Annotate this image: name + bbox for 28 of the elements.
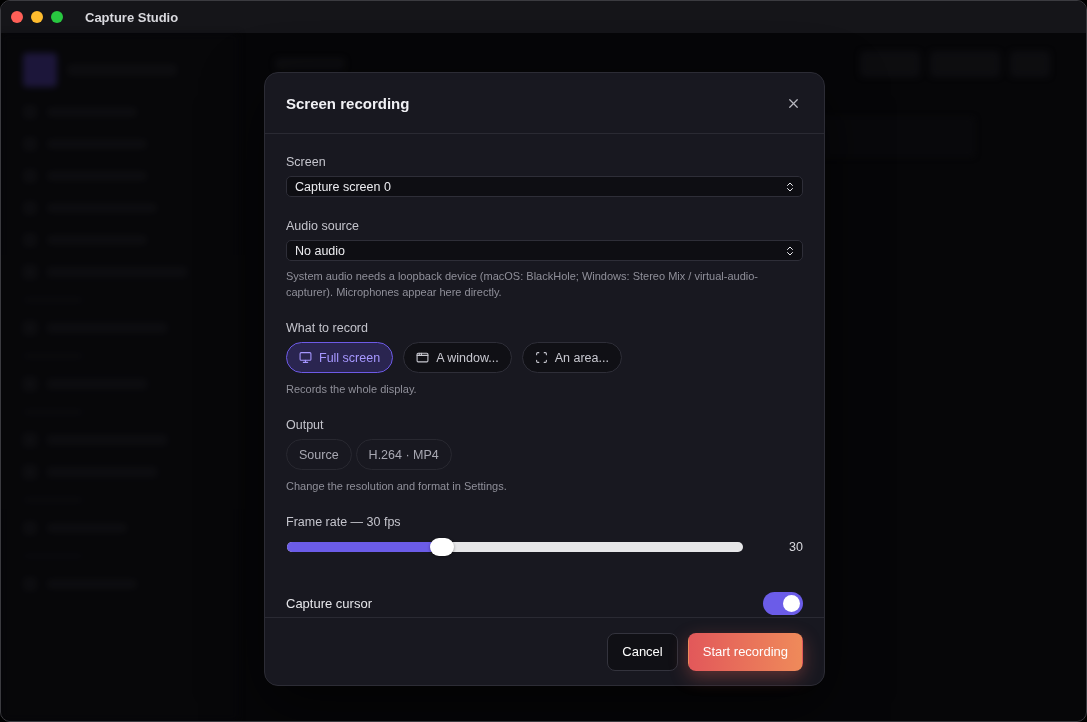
hint-text: Records the whole display. [286,382,418,397]
window-icon [416,351,430,364]
toggle-label: Capture cursor [286,596,372,611]
field-label: Output [286,418,325,432]
frame-rate-value: 30 [789,540,803,554]
hint-text: Change the resolution and format in Settings. [286,479,508,494]
record-target-option[interactable]: An area... [521,342,622,373]
record-target-option[interactable]: Full screen [286,342,394,373]
audio-source-select[interactable]: No audio [286,240,803,261]
monitor-icon [299,351,312,364]
hint-text: System audio needs a loopback device (macOS: BlackHole; Windows: Stereo Mix / virtual-audio-capturer). Microphones appear here directly. [286,269,759,300]
chevrons-icon [784,244,796,257]
minimize-window-button[interactable] [31,11,43,23]
screen-select[interactable]: Capture screen 0 [286,176,803,197]
frame-corners-icon [534,351,548,364]
field-label: What to record [286,321,369,335]
cancel-button[interactable]: Cancel [607,632,678,671]
field-label: Screen [286,155,327,169]
capture-cursor-toggle[interactable] [763,592,803,615]
field-label: Frame rate — 30 fps [286,515,402,529]
zoom-window-button[interactable] [51,11,63,23]
close-window-button[interactable] [11,11,23,23]
field-label: Audio source [286,219,360,233]
window-title: Capture Studio [85,9,179,25]
chevrons-icon [784,180,796,193]
record-target-option[interactable]: A window... [403,342,512,373]
slider-thumb[interactable] [430,538,455,556]
dialog-title: Screen recording [286,94,410,112]
